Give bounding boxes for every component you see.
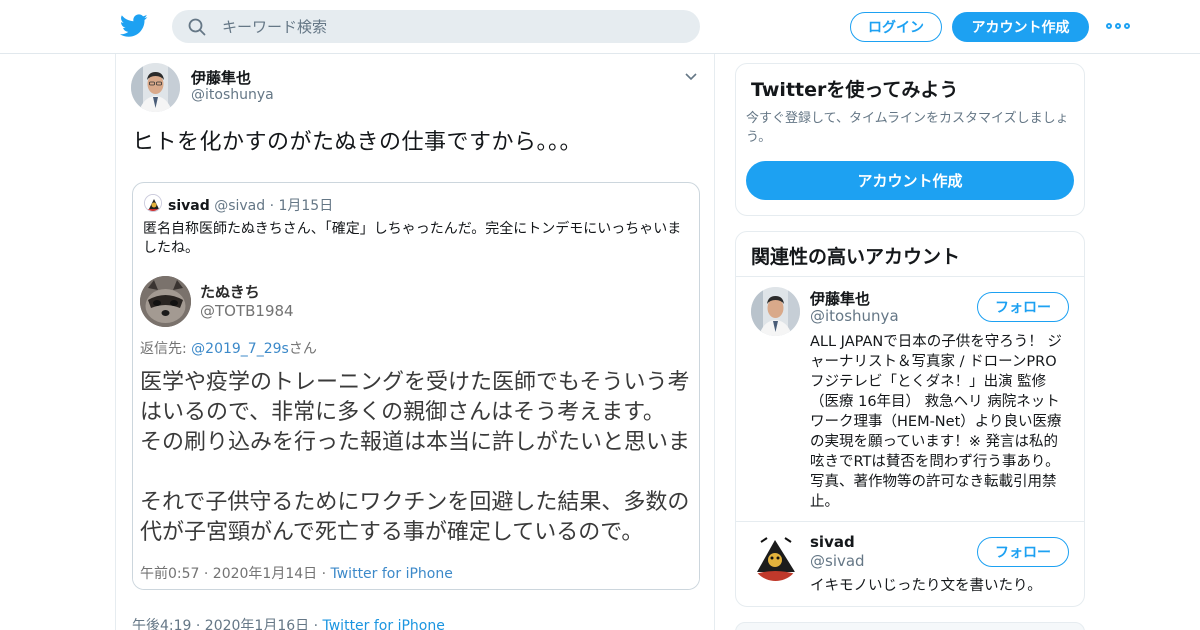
tweet-source-link[interactable]: Twitter for iPhone xyxy=(323,618,445,630)
quoted-date: 1月15日 xyxy=(278,198,334,214)
search-icon xyxy=(188,18,206,35)
quoted-tweet-text: 匿名自称医師たぬきちさん、「確定」しちゃったんだ。完全にトンデモにいっちゃいまし… xyxy=(143,221,682,256)
signup-card-description: 今すぐ登録して、タイムラインをカスタマイズしましょう。 xyxy=(746,111,1069,145)
avatar[interactable] xyxy=(751,532,800,581)
image-text-line: その刷り込みを行った報道は本当に許しがたいと思いま xyxy=(140,430,691,455)
image-text-line xyxy=(140,458,699,488)
signup-card: Twitterを使ってみよう 今すぐ登録して、タイムラインをカスタマイズしましょ… xyxy=(735,63,1085,216)
account-handle[interactable]: @itoshunya xyxy=(810,307,899,325)
follow-button[interactable]: フォロー xyxy=(977,537,1069,567)
chevron-down-icon[interactable] xyxy=(683,68,699,81)
signup-button[interactable]: アカウント作成 xyxy=(952,12,1089,42)
image-text-line: はいるので、非常に多くの親御さんはそう考えます。 xyxy=(140,400,665,425)
quoted-tweet[interactable]: sivad @sivad · 1月15日 匿名自称医師たぬきちさん、「確定」しち… xyxy=(132,182,700,590)
related-accounts-title: 関連性の高いアカウント xyxy=(751,246,961,268)
image-reply-to: 返信先: @2019_7_29sさん xyxy=(140,341,317,357)
quoted-author-name: sivad xyxy=(168,198,210,214)
follow-button[interactable]: フォロー xyxy=(977,292,1069,322)
image-author-handle: @TOTB1984 xyxy=(200,302,294,320)
image-tweet-body: 医学や疫学のトレーニングを受けた医師でもそういう考 はいるので、非常に多くの親御… xyxy=(140,368,699,548)
signup-card-title: Twitterを使ってみよう xyxy=(751,79,959,101)
tweet-footer: 午後4:19 · 2020年1月16日 · Twitter for iPhone xyxy=(132,615,445,630)
avatar[interactable] xyxy=(751,287,800,336)
tweet-timestamp[interactable]: 午後4:19 · 2020年1月16日 xyxy=(132,618,309,630)
image-author-name: たぬきち xyxy=(200,283,260,301)
next-card-edge xyxy=(735,622,1085,630)
account-name[interactable]: sivad xyxy=(810,533,855,551)
tweet-author-handle[interactable]: @itoshunya xyxy=(191,87,274,103)
image-text-line: 医学や疫学のトレーニングを受けた医師でもそういう考 xyxy=(140,370,690,395)
divider xyxy=(736,521,1084,522)
create-account-button[interactable]: アカウント作成 xyxy=(746,161,1074,200)
image-text-line: それで子供守るためにワクチンを回避した結果、多数の xyxy=(140,490,690,515)
image-text-line: 代が子宮頸がんで死亡する事が確定しているので。 xyxy=(140,520,644,545)
login-button[interactable]: ログイン xyxy=(850,12,942,42)
screenshot-image: たぬきち @TOTB1984 返信先: @2019_7_29sさん 医学や疫学の… xyxy=(133,267,699,589)
quoted-tweet-header: sivad @sivad · 1月15日 xyxy=(168,198,334,214)
more-options-icon[interactable] xyxy=(1106,18,1130,34)
tweet-author-name[interactable]: 伊藤隼也 xyxy=(191,67,251,88)
related-accounts-card: 関連性の高いアカウント 伊藤隼也 @itoshunya フォロー ALL JAP… xyxy=(735,231,1085,607)
tweet-detail: 伊藤隼也 @itoshunya ヒトを化かすのがたぬきの仕事ですから。。。 si… xyxy=(115,54,715,630)
account-bio: ALL JAPANで日本の子供を守ろう！ ジャーナリスト＆写真家 / ドローンP… xyxy=(810,334,1062,510)
twitter-logo-icon[interactable] xyxy=(119,13,148,39)
top-bar: ログイン アカウント作成 xyxy=(0,0,1200,54)
account-name[interactable]: 伊藤隼也 xyxy=(810,288,870,309)
image-tweet-footer: 午前0:57 · 2020年1月14日 · Twitter for iPhone xyxy=(140,566,453,582)
divider xyxy=(736,276,1084,277)
quoted-author-handle: @sivad xyxy=(214,198,266,214)
account-bio: イキモノいじったり文を書いたり。 xyxy=(810,578,1042,594)
tweet-text: ヒトを化かすのがたぬきの仕事ですから。。。 xyxy=(132,130,583,155)
account-handle[interactable]: @sivad xyxy=(810,552,865,570)
avatar[interactable] xyxy=(131,63,180,112)
search-input[interactable] xyxy=(222,17,662,36)
avatar xyxy=(140,276,191,327)
avatar xyxy=(144,194,162,212)
search-bar[interactable] xyxy=(172,10,700,43)
